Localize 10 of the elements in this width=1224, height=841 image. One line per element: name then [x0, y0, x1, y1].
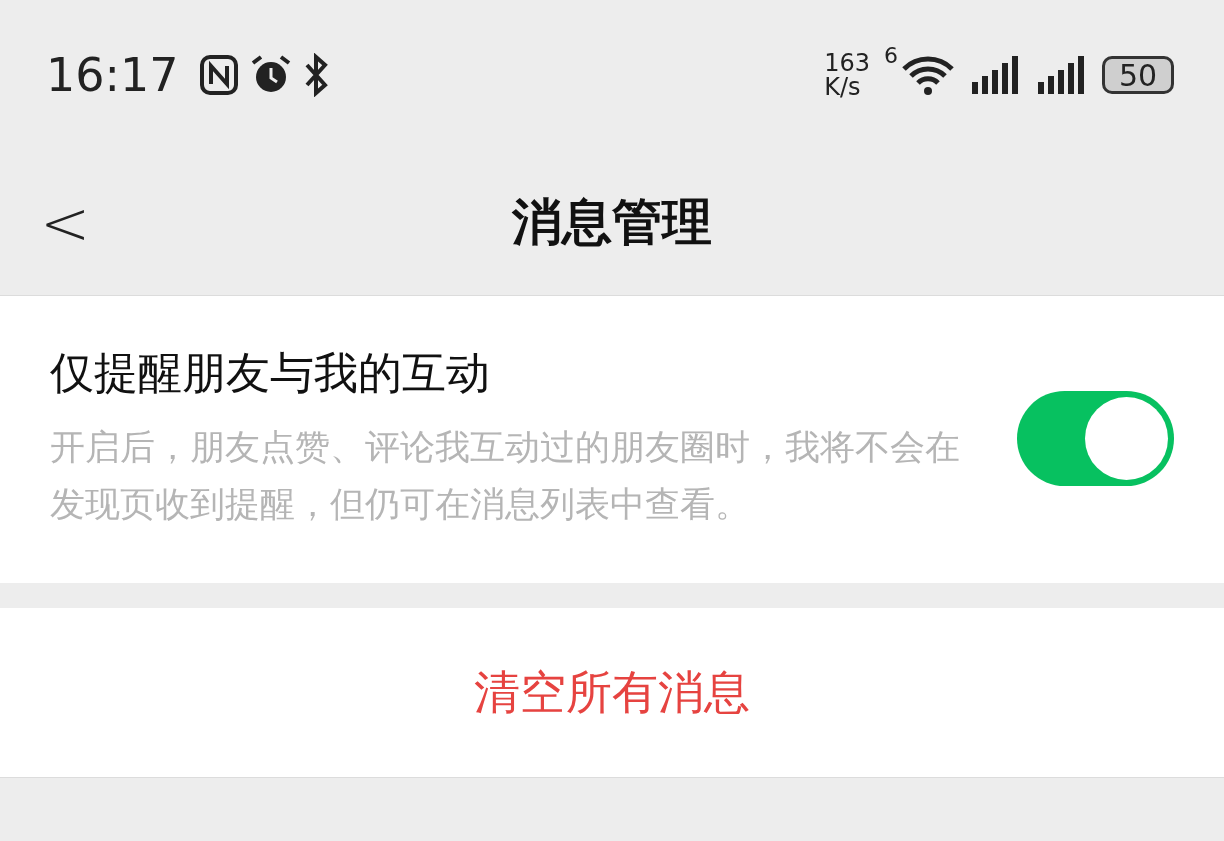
clear-messages-button[interactable]: 清空所有消息: [0, 608, 1224, 778]
page-title: 消息管理: [512, 192, 712, 253]
back-button[interactable]: <: [0, 187, 160, 258]
setting-description: 开启后，朋友点赞、评论我互动过的朋友圈时，我将不会在发现页收到提醒，但仍可在消息列表中查看。: [50, 426, 961, 526]
battery-level: 50: [1102, 56, 1174, 94]
nfc-icon: [198, 54, 239, 96]
clock-time: 16:17: [46, 48, 179, 102]
wifi-generation: 6: [884, 43, 898, 68]
network-speed: 163 K/s: [824, 51, 870, 99]
setting-title: 仅提醒朋友与我的互动: [50, 346, 491, 400]
